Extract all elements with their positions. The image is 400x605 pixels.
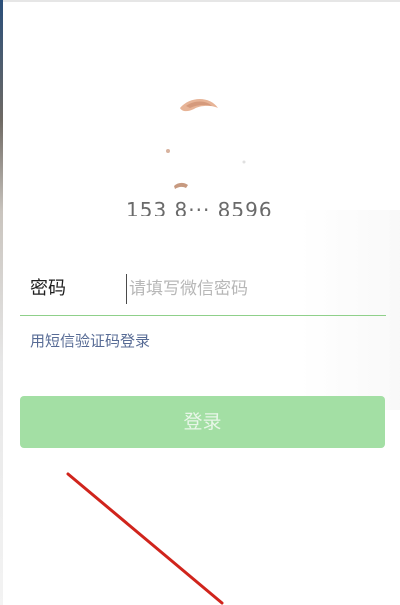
login-button[interactable]: 登录 [20, 396, 385, 448]
password-row: 密码 [20, 262, 386, 316]
top-divider [0, 0, 400, 2]
window-edge [0, 0, 3, 605]
login-screen: 153 8··· 8596 密码 用短信验证码登录 登录 [0, 0, 400, 605]
user-avatar [166, 99, 246, 189]
password-input[interactable] [126, 274, 376, 304]
sms-login-link[interactable]: 用短信验证码登录 [30, 331, 150, 351]
avatar-dot-right [242, 160, 246, 164]
avatar-hand-shape [174, 182, 188, 189]
account-number-text: 153 8··· 8596 [126, 198, 273, 216]
password-label: 密码 [30, 278, 66, 299]
annotation-arrow-line [66, 472, 224, 605]
avatar-dot [166, 149, 170, 153]
account-number: 153 8··· 8596 [120, 196, 290, 216]
